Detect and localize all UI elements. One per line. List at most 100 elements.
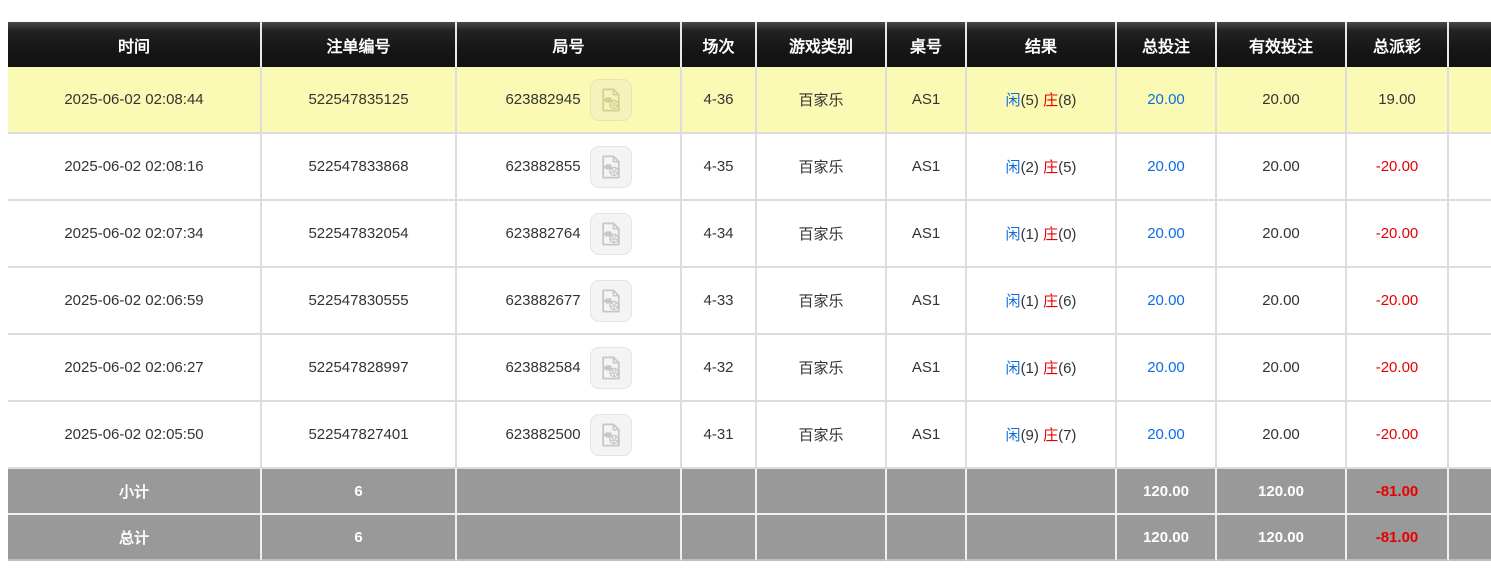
result-player-label: 闲 xyxy=(1006,360,1021,377)
round-id-text: 623882500 xyxy=(505,426,580,443)
col-header-payout: 总派彩 xyxy=(1347,22,1449,67)
result-banker-score: (8) xyxy=(1058,92,1076,109)
table-row: 2025-06-02 02:07:34 522547832054 6238827… xyxy=(8,201,1491,268)
cell-valid-bet: 20.00 xyxy=(1217,268,1347,335)
result-player-label: 闲 xyxy=(1006,226,1021,243)
cell-valid-bet: 20.00 xyxy=(1217,335,1347,402)
cell-valid-bet: 20.00 xyxy=(1217,134,1347,201)
grand-total-total-bet: 120.00 xyxy=(1117,515,1217,561)
cell-bet-id: 522547832054 xyxy=(262,201,457,268)
grand-total-count: 6 xyxy=(262,515,457,561)
cell-valid-bet: 20.00 xyxy=(1217,67,1347,134)
table-row: 2025-06-02 02:08:16 522547833868 6238828… xyxy=(8,134,1491,201)
cell-game-type: 百家乐 xyxy=(757,67,887,134)
cell-game-type: 百家乐 xyxy=(757,268,887,335)
result-player-label: 闲 xyxy=(1006,159,1021,176)
video-file-icon xyxy=(597,421,625,449)
cell-bet-id: 522547827401 xyxy=(262,402,457,469)
result-banker-label: 庄 xyxy=(1043,226,1058,243)
cell-result: 闲(1) 庄(6) xyxy=(967,335,1117,402)
cell-round-id: 623882764 xyxy=(457,201,682,268)
round-id-text: 623882677 xyxy=(505,292,580,309)
cell-game-type: 百家乐 xyxy=(757,134,887,201)
cell-result: 闲(5) 庄(8) xyxy=(967,67,1117,134)
table-row: 2025-06-02 02:06:27 522547828997 6238825… xyxy=(8,335,1491,402)
result-player-label: 闲 xyxy=(1006,92,1021,109)
video-file-icon xyxy=(597,86,625,114)
table-row: 2025-06-02 02:05:50 522547827401 6238825… xyxy=(8,402,1491,469)
result-player-score: (5) xyxy=(1021,92,1039,109)
header-row: 时间 注单编号 局号 场次 游戏类别 桌号 结果 总投注 有效投注 总派彩 xyxy=(8,22,1491,67)
cell-total-bet: 20.00 xyxy=(1117,335,1217,402)
result-banker-score: (6) xyxy=(1058,360,1076,377)
video-replay-button[interactable] xyxy=(590,79,632,121)
cell-round-id: 623882500 xyxy=(457,402,682,469)
cell-result: 闲(2) 庄(5) xyxy=(967,134,1117,201)
cell-time: 2025-06-02 02:07:34 xyxy=(8,201,262,268)
video-file-icon xyxy=(597,287,625,315)
col-header-total-bet: 总投注 xyxy=(1117,22,1217,67)
video-file-icon xyxy=(597,220,625,248)
cell-table-no: AS1 xyxy=(887,67,967,134)
table-row: 2025-06-02 02:08:44 522547835125 6238829… xyxy=(8,67,1491,134)
cell-bet-id: 522547830555 xyxy=(262,268,457,335)
round-id-text: 623882945 xyxy=(505,91,580,108)
cell-time: 2025-06-02 02:06:59 xyxy=(8,268,262,335)
video-file-icon xyxy=(597,153,625,181)
col-header-round-id: 局号 xyxy=(457,22,682,67)
table-header: 时间 注单编号 局号 场次 游戏类别 桌号 结果 总投注 有效投注 总派彩 xyxy=(8,22,1491,67)
video-replay-button[interactable] xyxy=(590,414,632,456)
col-header-result: 结果 xyxy=(967,22,1117,67)
cell-game-type: 百家乐 xyxy=(757,402,887,469)
result-banker-label: 庄 xyxy=(1043,427,1058,444)
cell-table-no: AS1 xyxy=(887,402,967,469)
cell-time: 2025-06-02 02:08:44 xyxy=(8,67,262,134)
video-file-icon xyxy=(597,354,625,382)
cell-valid-bet: 20.00 xyxy=(1217,402,1347,469)
cell-table-no: AS1 xyxy=(887,201,967,268)
result-banker-label: 庄 xyxy=(1043,293,1058,310)
cell-payout: -20.00 xyxy=(1347,134,1449,201)
col-header-game-type: 游戏类别 xyxy=(757,22,887,67)
grand-total-valid-bet: 120.00 xyxy=(1217,515,1347,561)
round-id-text: 623882855 xyxy=(505,158,580,175)
col-header-extra xyxy=(1449,22,1491,67)
result-player-score: (9) xyxy=(1021,427,1039,444)
cell-table-no: AS1 xyxy=(887,268,967,335)
subtotal-valid-bet: 120.00 xyxy=(1217,469,1347,515)
result-player-label: 闲 xyxy=(1006,427,1021,444)
betting-records-page: 时间 注单编号 局号 场次 游戏类别 桌号 结果 总投注 有效投注 总派彩 20… xyxy=(0,0,1491,571)
cell-total-bet: 20.00 xyxy=(1117,67,1217,134)
cell-session: 4-34 xyxy=(682,201,757,268)
cell-round-id: 623882945 xyxy=(457,67,682,134)
cell-bet-id: 522547835125 xyxy=(262,67,457,134)
result-banker-label: 庄 xyxy=(1043,92,1058,109)
result-banker-score: (7) xyxy=(1058,427,1076,444)
result-banker-label: 庄 xyxy=(1043,159,1058,176)
result-player-label: 闲 xyxy=(1006,293,1021,310)
video-replay-button[interactable] xyxy=(590,213,632,255)
result-player-score: (2) xyxy=(1021,159,1039,176)
video-replay-button[interactable] xyxy=(590,280,632,322)
cell-result: 闲(1) 庄(6) xyxy=(967,268,1117,335)
cell-total-bet: 20.00 xyxy=(1117,268,1217,335)
cell-valid-bet: 20.00 xyxy=(1217,201,1347,268)
result-player-score: (1) xyxy=(1021,293,1039,310)
cell-extra xyxy=(1449,201,1491,268)
cell-session: 4-31 xyxy=(682,402,757,469)
cell-extra xyxy=(1449,134,1491,201)
cell-game-type: 百家乐 xyxy=(757,335,887,402)
video-replay-button[interactable] xyxy=(590,146,632,188)
result-player-score: (1) xyxy=(1021,360,1039,377)
cell-round-id: 623882584 xyxy=(457,335,682,402)
cell-payout: 19.00 xyxy=(1347,67,1449,134)
video-replay-button[interactable] xyxy=(590,347,632,389)
cell-time: 2025-06-02 02:06:27 xyxy=(8,335,262,402)
result-banker-score: (6) xyxy=(1058,293,1076,310)
col-header-time: 时间 xyxy=(8,22,262,67)
cell-payout: -20.00 xyxy=(1347,201,1449,268)
col-header-valid-bet: 有效投注 xyxy=(1217,22,1347,67)
table-row: 2025-06-02 02:06:59 522547830555 6238826… xyxy=(8,268,1491,335)
cell-time: 2025-06-02 02:08:16 xyxy=(8,134,262,201)
cell-round-id: 623882855 xyxy=(457,134,682,201)
